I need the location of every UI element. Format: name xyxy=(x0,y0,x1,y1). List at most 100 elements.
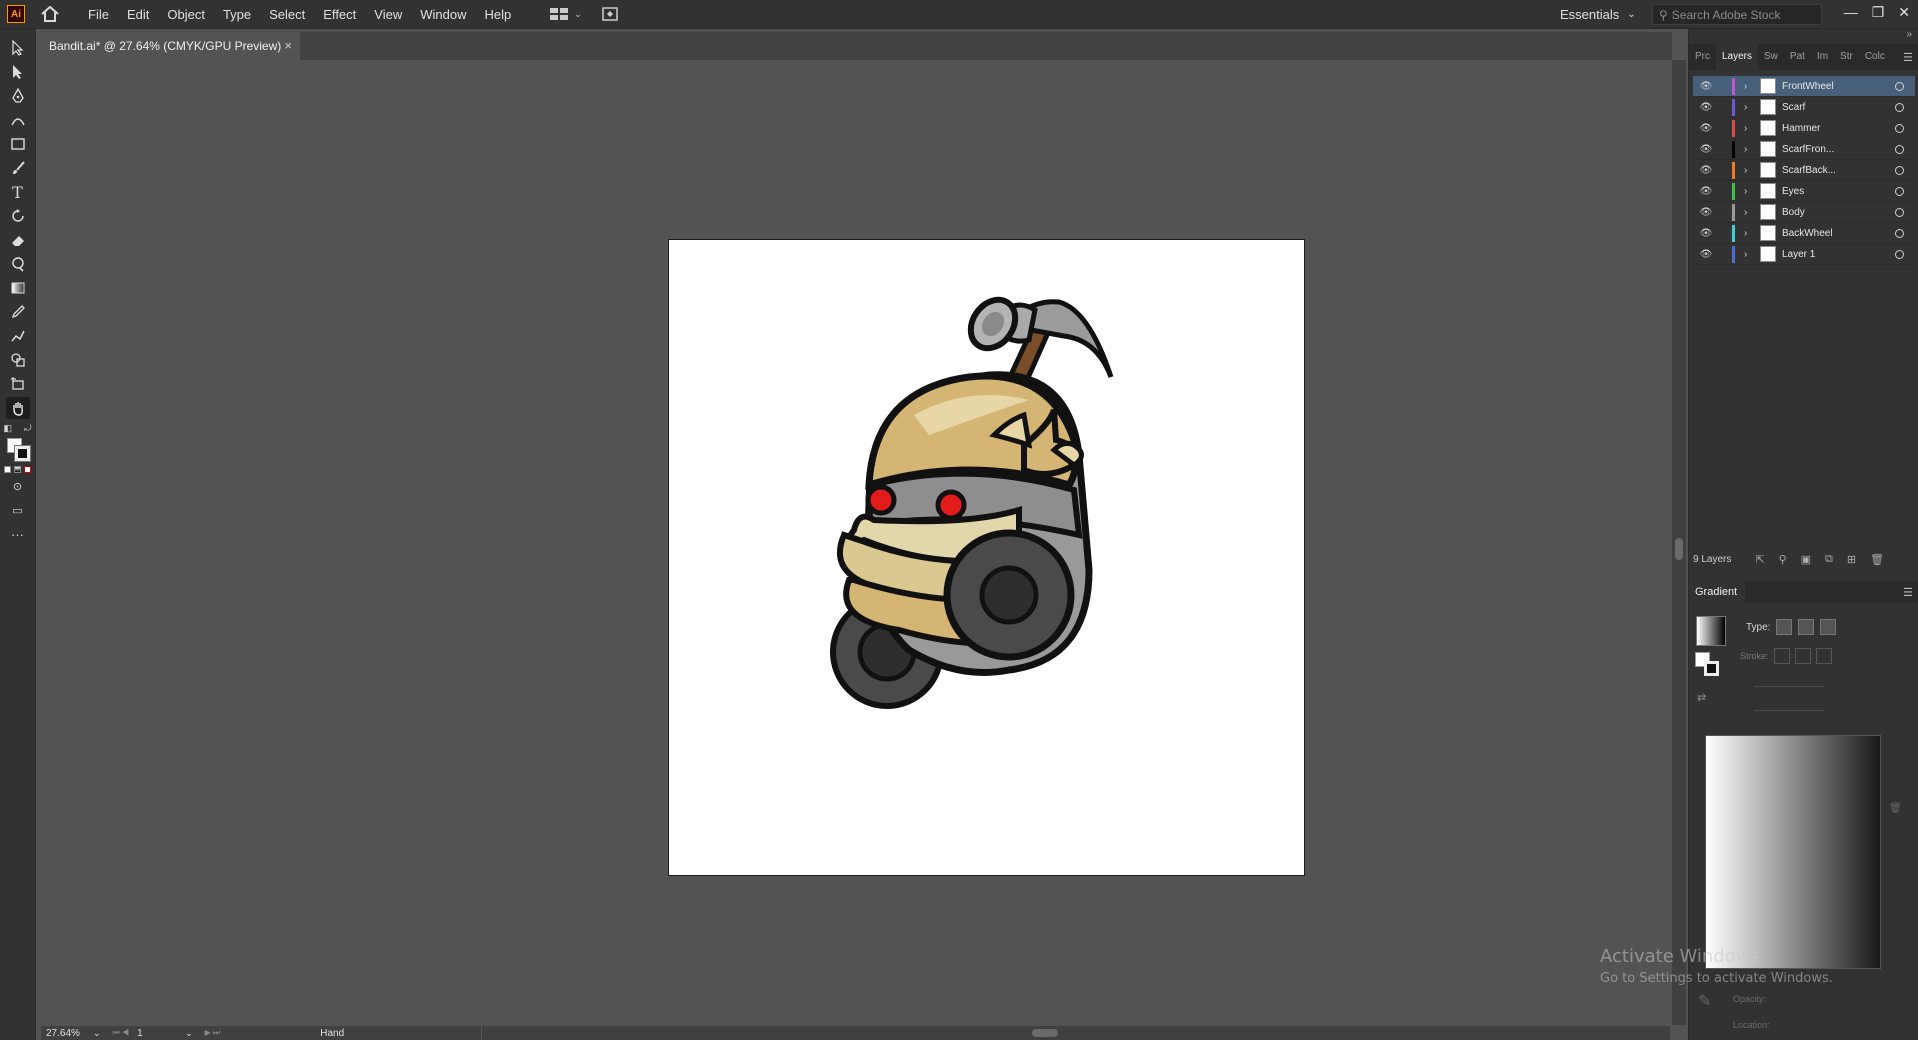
layer-target-icon[interactable] xyxy=(1895,102,1904,112)
gradient-fill-stroke-icon[interactable] xyxy=(1695,652,1721,678)
zoom-level-field[interactable]: 27.64% xyxy=(41,1028,93,1039)
eye-icon[interactable]: 👁 xyxy=(1699,144,1713,155)
layer-target-icon[interactable] xyxy=(1895,186,1904,196)
artboard-number-field[interactable]: 1 xyxy=(137,1028,185,1039)
chevron-right-icon[interactable]: › xyxy=(1744,144,1754,155)
layer-target-icon[interactable] xyxy=(1895,228,1904,238)
layer-row[interactable]: 👁 › Body xyxy=(1693,202,1915,223)
minimize-button[interactable]: — xyxy=(1844,0,1858,24)
screen-mode-icon[interactable]: ▭ xyxy=(6,499,30,521)
layer-target-icon[interactable] xyxy=(1895,207,1904,217)
stroke-within-button[interactable] xyxy=(1773,648,1790,664)
panel-menu-icon[interactable]: ☰ xyxy=(1903,586,1913,599)
pen-tool-icon[interactable] xyxy=(6,85,30,107)
layer-target-icon[interactable] xyxy=(1895,165,1904,175)
horizontal-scroll-thumb[interactable] xyxy=(1032,1029,1058,1037)
gradient-slider[interactable] xyxy=(1705,735,1881,969)
stroke-swatch[interactable] xyxy=(13,445,31,462)
gradient-preview-swatch[interactable] xyxy=(1696,616,1726,646)
puppet-warp-tool-icon[interactable] xyxy=(6,325,30,347)
chevron-down-icon[interactable]: ⌄ xyxy=(185,1028,193,1039)
swap-colors-icon[interactable]: ⤾ xyxy=(24,423,32,434)
menu-file[interactable]: File xyxy=(79,0,118,29)
clipping-mask-icon[interactable]: ▣ xyxy=(1801,553,1811,566)
layer-target-icon[interactable] xyxy=(1895,123,1904,133)
gpu-performance-icon[interactable] xyxy=(602,6,618,22)
reverse-gradient-icon[interactable]: ⇄ xyxy=(1697,691,1706,704)
close-window-button[interactable]: ✕ xyxy=(1898,0,1910,24)
layer-name[interactable]: ScarfBack... xyxy=(1782,165,1892,176)
vertical-scroll-thumb[interactable] xyxy=(1675,538,1683,560)
next-artboard-icon[interactable]: ▶ ⏭ xyxy=(205,1028,221,1038)
chevron-right-icon[interactable]: › xyxy=(1744,207,1754,218)
menu-help[interactable]: Help xyxy=(475,0,520,29)
layer-target-icon[interactable] xyxy=(1895,144,1904,154)
layer-name[interactable]: ScarfFron... xyxy=(1782,144,1892,155)
chevron-right-icon[interactable]: › xyxy=(1744,165,1754,176)
layer-name[interactable]: FrontWheel xyxy=(1782,81,1892,92)
delete-stop-icon[interactable]: 🗑 xyxy=(1889,803,1902,814)
gradient-panel-title[interactable]: Gradient xyxy=(1689,581,1746,603)
stroke-along-button[interactable] xyxy=(1794,648,1811,664)
canvas[interactable] xyxy=(41,60,1671,1025)
layer-row[interactable]: 👁 › Eyes xyxy=(1693,181,1915,202)
chevron-right-icon[interactable]: › xyxy=(1744,102,1754,113)
new-sublayer-icon[interactable]: ⧉ xyxy=(1825,553,1833,566)
layer-row[interactable]: 👁 › FrontWheel xyxy=(1693,76,1915,97)
collapse-panels-icon[interactable]: » xyxy=(1906,29,1912,40)
layer-row[interactable]: 👁 › Scarf xyxy=(1693,97,1915,118)
shape-builder-tool-icon[interactable] xyxy=(6,349,30,371)
arrange-documents[interactable]: ⌄ xyxy=(550,6,618,22)
tab-layers[interactable]: Layers xyxy=(1716,44,1759,70)
layer-name[interactable]: Layer 1 xyxy=(1782,249,1892,260)
menu-object[interactable]: Object xyxy=(158,0,214,29)
width-tool-icon[interactable] xyxy=(6,253,30,275)
tab-swatches[interactable]: Sw xyxy=(1758,44,1784,70)
direct-selection-tool-icon[interactable] xyxy=(6,61,30,83)
layer-target-icon[interactable] xyxy=(1895,249,1904,259)
tab-properties[interactable]: Prc xyxy=(1689,44,1716,70)
tab-image-trace[interactable]: Im xyxy=(1811,44,1834,70)
type-tool-icon[interactable]: T xyxy=(6,181,30,203)
vertical-scrollbar[interactable] xyxy=(1672,60,1686,1025)
eye-icon[interactable]: 👁 xyxy=(1699,207,1713,218)
close-document-icon[interactable]: × xyxy=(284,38,292,53)
eye-icon[interactable]: 👁 xyxy=(1699,228,1713,239)
eye-icon[interactable]: 👁 xyxy=(1699,102,1713,113)
stroke-across-button[interactable] xyxy=(1815,648,1832,664)
tab-stroke[interactable]: Str xyxy=(1834,44,1859,70)
eraser-tool-icon[interactable] xyxy=(6,229,30,251)
layer-name[interactable]: Body xyxy=(1782,207,1892,218)
chevron-right-icon[interactable]: › xyxy=(1744,249,1754,260)
artboard-tool-icon[interactable] xyxy=(6,373,30,395)
angle-field[interactable] xyxy=(1754,671,1824,687)
none-mode-icon[interactable] xyxy=(24,466,31,473)
tab-pathfinder[interactable]: Pat xyxy=(1784,44,1811,70)
fill-stroke-swatch[interactable] xyxy=(4,436,32,462)
curvature-tool-icon[interactable] xyxy=(6,109,30,131)
tab-color[interactable]: Colc xyxy=(1859,44,1891,70)
layer-row[interactable]: 👁 › Layer 1 xyxy=(1693,244,1915,265)
chevron-right-icon[interactable]: › xyxy=(1744,228,1754,239)
menu-type[interactable]: Type xyxy=(214,0,260,29)
linear-gradient-button[interactable] xyxy=(1776,619,1793,635)
menu-window[interactable]: Window xyxy=(411,0,475,29)
eyedropper-tool-icon[interactable] xyxy=(6,301,30,323)
layer-name[interactable]: BackWheel xyxy=(1782,228,1892,239)
chevron-right-icon[interactable]: › xyxy=(1744,186,1754,197)
layer-name[interactable]: Hammer xyxy=(1782,123,1892,134)
paintbrush-tool-icon[interactable] xyxy=(6,157,30,179)
menu-effect[interactable]: Effect xyxy=(314,0,365,29)
layer-target-icon[interactable] xyxy=(1895,81,1904,91)
chevron-right-icon[interactable]: › xyxy=(1744,123,1754,134)
artboard[interactable] xyxy=(668,239,1305,876)
delete-layer-icon[interactable]: 🗑 xyxy=(1870,553,1884,566)
aspect-ratio-field[interactable] xyxy=(1754,695,1824,711)
layer-row[interactable]: 👁 › Hammer xyxy=(1693,118,1915,139)
eye-icon[interactable]: 👁 xyxy=(1699,186,1713,197)
hand-tool-icon[interactable] xyxy=(5,397,30,419)
eye-icon[interactable]: 👁 xyxy=(1699,81,1713,92)
menu-edit[interactable]: Edit xyxy=(118,0,158,29)
document-tab[interactable]: Bandit.ai* @ 27.64% (CMYK/GPU Preview) × xyxy=(40,32,300,60)
layer-row[interactable]: 👁 › BackWheel xyxy=(1693,223,1915,244)
